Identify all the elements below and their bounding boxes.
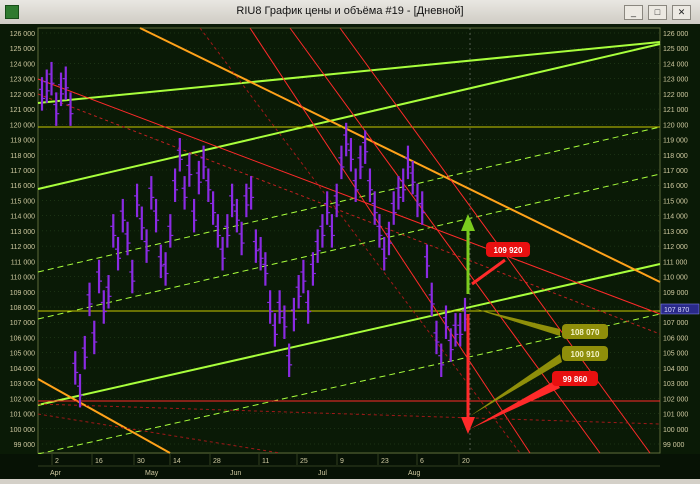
price-tick-label: 107 000: [10, 320, 35, 327]
price-tick-label: 107 000: [663, 320, 688, 327]
close-button[interactable]: ✕: [672, 5, 691, 20]
price-tick-label: 124 000: [10, 61, 35, 68]
price-tick-label: 105 000: [663, 351, 688, 358]
price-tick-label: 120 000: [10, 122, 35, 129]
day-tick-label: 6: [420, 458, 424, 465]
current-price-label: 107 870: [664, 307, 689, 314]
price-tick-label: 108 000: [10, 305, 35, 312]
price-tick-label: 100 000: [10, 427, 35, 434]
window-title: RIU8 График цены и объёма #19 - [Дневной…: [236, 5, 464, 17]
price-tick-label: 124 000: [663, 61, 688, 68]
price-tick-label: 121 000: [663, 107, 688, 114]
price-tick-label: 117 000: [663, 168, 688, 175]
minimize-button[interactable]: _: [624, 5, 643, 20]
price-tick-label: 113 000: [663, 229, 688, 236]
price-tick-label: 116 000: [663, 183, 688, 190]
price-tick-label: 99 000: [663, 442, 685, 449]
price-tick-label: 105 000: [10, 351, 35, 358]
price-tick-label: 125 000: [663, 46, 688, 53]
month-label: May: [145, 470, 159, 477]
chart-area[interactable]: 126 000 125 000 124 000 123 000 122 000 121 0…: [0, 24, 700, 479]
price-tick-label: 123 000: [10, 77, 35, 84]
price-tick-label: 112 000: [10, 244, 35, 251]
price-label: 109 920: [494, 246, 523, 255]
day-tick-label: 14: [173, 458, 181, 465]
price-tick-label: 126 000: [663, 31, 688, 38]
day-tick-label: 28: [213, 458, 221, 465]
day-tick-label: 16: [95, 458, 103, 465]
price-tick-label: 116 000: [10, 183, 35, 190]
price-tick-label: 113 000: [10, 229, 35, 236]
price-tick-label: 122 000: [10, 92, 35, 99]
day-tick-label: 20: [462, 458, 470, 465]
price-tick-label: 101 000: [10, 412, 35, 419]
price-tick-label: 104 000: [663, 366, 688, 373]
day-tick-label: 25: [300, 458, 308, 465]
day-tick-label: 2: [55, 458, 59, 465]
day-tick-label: 23: [381, 458, 389, 465]
month-label: Jun: [230, 470, 241, 477]
price-tick-label: 106 000: [663, 335, 688, 342]
day-tick-label: 9: [340, 458, 344, 465]
price-tick-label: 122 000: [663, 92, 688, 99]
day-tick-label: 30: [137, 458, 145, 465]
price-tick-label: 114 000: [10, 214, 35, 221]
chart-window: RIU8 График цены и объёма #19 - [Дневной…: [0, 0, 700, 479]
month-label: Jul: [318, 470, 327, 477]
price-tick-label: 101 000: [663, 412, 688, 419]
price-tick-label: 123 000: [663, 77, 688, 84]
price-tick-label: 119 000: [10, 138, 35, 145]
price-tick-label: 125 000: [10, 46, 35, 53]
price-tick-label: 102 000: [10, 396, 35, 403]
month-label: Aug: [408, 470, 421, 477]
price-tick-label: 118 000: [663, 153, 688, 160]
price-tick-label: 99 000: [14, 442, 36, 449]
chart-background: [0, 24, 700, 479]
day-tick-label: 11: [262, 458, 269, 465]
price-tick-label: 104 000: [10, 366, 35, 373]
price-label: 108 070: [571, 328, 600, 337]
price-tick-label: 111 000: [11, 259, 35, 266]
price-tick-label: 117 000: [10, 168, 35, 175]
price-tick-label: 110 000: [663, 275, 688, 282]
price-tick-label: 120 000: [663, 122, 688, 129]
price-tick-label: 103 000: [10, 381, 35, 388]
title-bar[interactable]: RIU8 График цены и объёма #19 - [Дневной…: [0, 0, 700, 25]
price-tick-label: 102 000: [663, 396, 688, 403]
price-tick-label: 114 000: [663, 214, 688, 221]
price-tick-label: 115 000: [10, 198, 35, 205]
restore-button[interactable]: □: [648, 5, 667, 20]
price-tick-label: 112 000: [663, 244, 688, 251]
price-tick-label: 121 000: [10, 107, 35, 114]
price-tick-label: 126 000: [10, 31, 35, 38]
price-tick-label: 115 000: [663, 198, 688, 205]
price-tick-label: 119 000: [663, 138, 688, 145]
time-axis: 2 16 30 14 28 11 25 9 23 6 20 Apr May Jun Jul Aug: [0, 454, 700, 479]
month-label: Apr: [50, 470, 62, 477]
price-tick-label: 109 000: [663, 290, 688, 297]
time-axis-bg: [0, 454, 700, 479]
price-tick-label: 118 000: [10, 153, 35, 160]
price-label: 100 910: [571, 350, 600, 359]
price-tick-label: 106 000: [10, 335, 35, 342]
price-tick-label: 111 000: [663, 259, 687, 266]
price-label: 99 860: [563, 375, 588, 384]
price-tick-label: 100 000: [663, 427, 688, 434]
price-tick-label: 110 000: [10, 275, 35, 282]
price-tick-label: 109 000: [10, 290, 35, 297]
price-tick-label: 103 000: [663, 381, 688, 388]
price-chart[interactable]: 126 000 125 000 124 000 123 000 122 000 121 0…: [0, 24, 700, 479]
